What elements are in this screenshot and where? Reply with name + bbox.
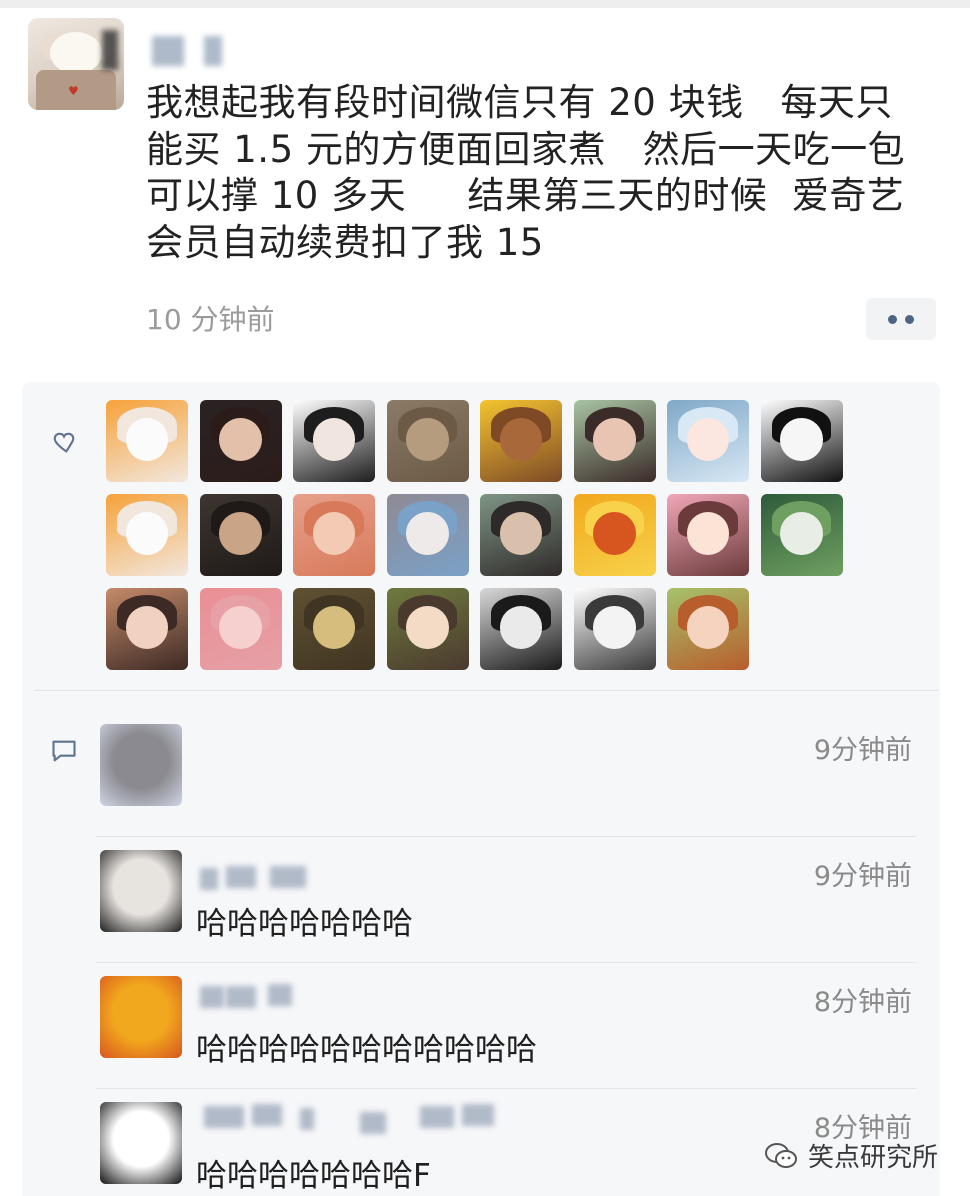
liker-avatar[interactable] (199, 588, 282, 670)
poster-name-redacted-2 (204, 36, 222, 66)
comment-text: 哈哈哈哈哈哈哈F (196, 1158, 431, 1194)
more-dots-icon[interactable] (866, 298, 936, 340)
commenter-avatar[interactable] (100, 976, 182, 1058)
liker-avatar[interactable] (480, 588, 562, 670)
commenter-name-redacted[interactable] (270, 866, 306, 888)
liker-avatar[interactable] (573, 588, 656, 670)
commenter-name-redacted[interactable] (204, 1106, 244, 1128)
commenter-name-redacted[interactable] (200, 986, 224, 1008)
liker-avatar[interactable] (386, 494, 469, 576)
wechat-logo-icon (764, 1142, 797, 1168)
comment-timestamp: 9分钟前 (813, 735, 912, 766)
poster-name-redacted[interactable] (152, 36, 184, 66)
commenter-name-redacted[interactable] (420, 1106, 454, 1128)
comment-text: 哈哈哈哈哈哈哈哈哈哈哈 (196, 1032, 537, 1068)
liker-avatar[interactable] (106, 588, 188, 670)
liker-avatar[interactable] (293, 400, 375, 482)
post-text: 我想起我有段时间微信只有 20 块钱 每天只 能买 1.5 元的方便面回家煮 然… (146, 81, 906, 264)
heart-icon (53, 432, 75, 453)
liker-avatar[interactable] (199, 400, 282, 482)
commenter-name-redacted[interactable] (252, 1104, 282, 1126)
liker-avatar[interactable] (667, 400, 749, 482)
liker-avatar[interactable] (573, 400, 656, 482)
comment-bubble-icon (52, 740, 76, 762)
commenter-avatar[interactable] (100, 850, 182, 932)
comment-text: 哈哈哈哈哈哈哈 (196, 906, 413, 942)
liker-avatar[interactable] (573, 494, 656, 576)
commenter-name-redacted[interactable] (200, 868, 218, 890)
comment-timestamp: 9分钟前 (813, 861, 912, 892)
liker-avatar[interactable] (760, 494, 843, 576)
poster-name-redacted-3 (102, 30, 118, 70)
post-timestamp: 10 分钟前 (146, 303, 275, 336)
top-border (0, 0, 970, 8)
commenter-name-redacted[interactable] (268, 984, 292, 1006)
commenter-name-redacted[interactable] (300, 1108, 314, 1130)
liker-avatar[interactable] (667, 494, 749, 576)
liker-avatar[interactable] (293, 494, 375, 576)
commenter-avatar[interactable] (100, 1102, 182, 1184)
commenter-name-redacted[interactable] (462, 1104, 494, 1126)
watermark-label: 笑点研究所 (807, 1143, 938, 1173)
liker-avatar[interactable] (293, 588, 375, 670)
commenter-name-redacted[interactable] (226, 986, 256, 1008)
liker-avatar[interactable] (480, 494, 562, 576)
comment-timestamp: 8分钟前 (813, 987, 912, 1018)
liker-avatar[interactable] (199, 494, 282, 576)
panel-divider (34, 690, 938, 691)
comment-divider (96, 1088, 916, 1089)
liker-avatar[interactable] (480, 400, 562, 482)
commenter-name-redacted[interactable] (226, 866, 256, 888)
commenter-name-redacted[interactable] (360, 1112, 386, 1134)
comment-divider (96, 836, 916, 837)
liker-avatar[interactable] (386, 400, 469, 482)
liker-avatar[interactable] (106, 400, 188, 482)
commenter-avatar[interactable] (100, 724, 182, 806)
watermark: 笑点研究所 (764, 1137, 938, 1174)
liker-avatar[interactable] (386, 588, 469, 670)
liker-avatar[interactable] (760, 400, 843, 482)
liker-avatar[interactable] (667, 588, 749, 670)
comment-divider (96, 962, 916, 963)
liker-avatar[interactable] (106, 494, 188, 576)
